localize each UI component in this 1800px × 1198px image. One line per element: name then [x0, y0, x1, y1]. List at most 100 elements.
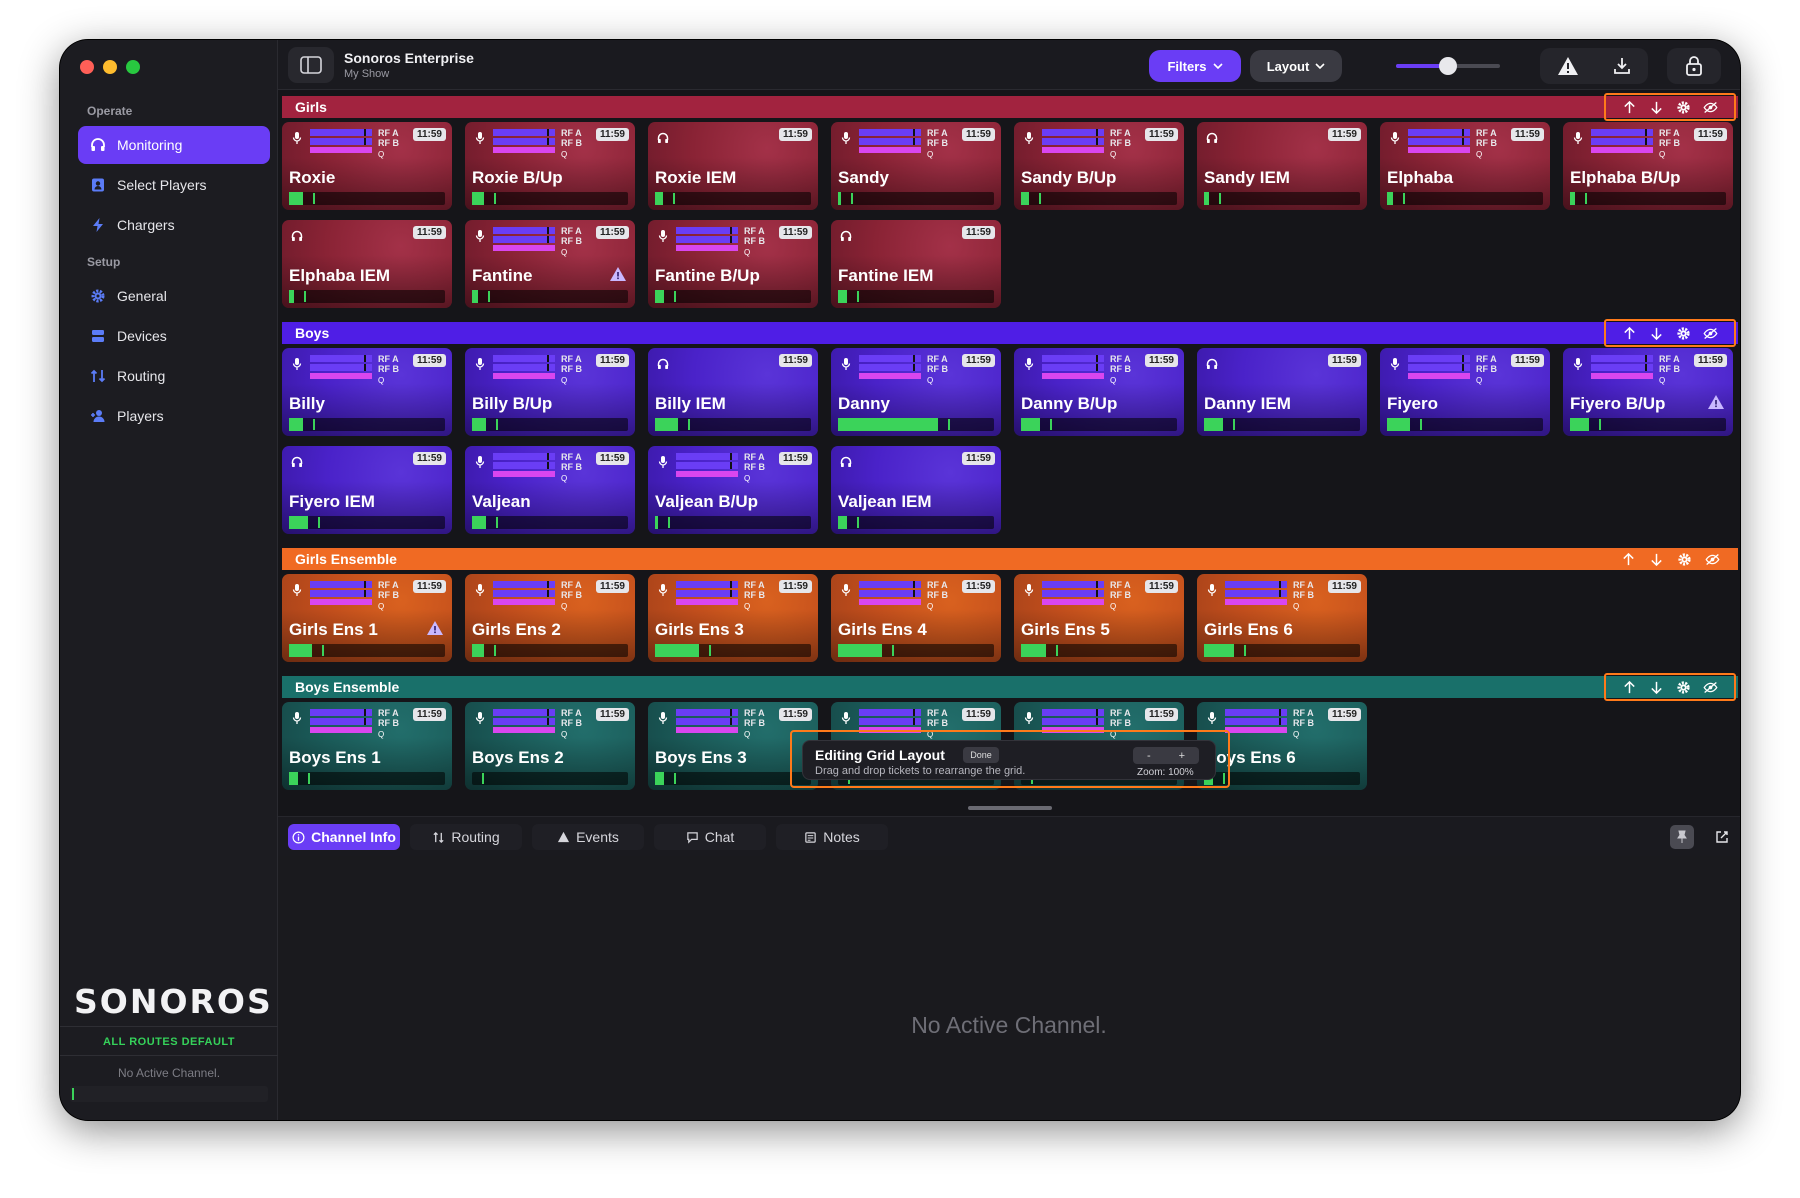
zoom-out-button[interactable]: - [1147, 750, 1151, 762]
channel-name: Sandy IEM [1204, 168, 1290, 187]
channel-tile[interactable]: RF A RF B Q 11:59 Elphaba [1380, 122, 1550, 210]
toggle-sidebar-button[interactable] [288, 47, 334, 83]
tab-chat[interactable]: Chat [654, 824, 766, 850]
tab-channel-info[interactable]: Channel Info [288, 824, 400, 850]
channel-tile[interactable]: RF A RF B Q 11:59 Billy B/Up [465, 348, 635, 436]
eye-slash-icon[interactable] [1703, 326, 1718, 341]
gear-icon[interactable] [1676, 680, 1691, 695]
move-down-icon[interactable] [1649, 100, 1664, 115]
channel-tile[interactable]: 11:59 Elphaba IEM [282, 220, 452, 308]
eye-slash-icon[interactable] [1705, 552, 1720, 567]
gear-icon[interactable] [1676, 326, 1691, 341]
channel-tile[interactable]: RF A RF B Q 11:59 Roxie [282, 122, 452, 210]
channel-tile[interactable]: RF A RF B Q 11:59 Girls Ens 4 [831, 574, 1001, 662]
eye-slash-icon[interactable] [1703, 680, 1718, 695]
sidebar-item-label: Monitoring [117, 137, 183, 153]
filters-button[interactable]: Filters [1149, 50, 1241, 82]
channel-tile[interactable]: RF A RF B Q 11:59 Girls Ens 6 [1197, 574, 1367, 662]
tab-notes[interactable]: Notes [776, 824, 888, 850]
move-up-icon[interactable] [1622, 680, 1637, 695]
channel-tile[interactable]: RF A RF B Q 11:59 Girls Ens 5 [1014, 574, 1184, 662]
editing-subtitle: Drag and drop tickets to rearrange the g… [815, 765, 1026, 777]
layout-button[interactable]: Layout [1250, 50, 1342, 82]
channel-tile[interactable]: RF A RF B Q 11:59 Valjean [465, 446, 635, 534]
panel-resize-handle[interactable] [968, 806, 1052, 810]
channel-tile[interactable]: RF A RF B Q 11:59 Fiyero B/Up [1563, 348, 1733, 436]
channel-tile[interactable]: 11:59 Sandy IEM [1197, 122, 1367, 210]
volume-slider[interactable] [1396, 57, 1500, 75]
channel-tile[interactable]: RF A RF B Q 11:59 Boys Ens 1 [282, 702, 452, 790]
channel-tile[interactable]: RF A RF B Q 11:59 Sandy [831, 122, 1001, 210]
tab-routing[interactable]: Routing [410, 824, 522, 850]
channel-tile[interactable]: RF A RF B Q 11:59 Elphaba B/Up [1563, 122, 1733, 210]
lock-icon[interactable] [1685, 55, 1703, 77]
channel-tile[interactable]: RF A RF B Q 11:59 Boys Ens 2 [465, 702, 635, 790]
channel-tile[interactable]: RF A RF B Q 11:59 Girls Ens 2 [465, 574, 635, 662]
sidebar-item-chargers[interactable]: Chargers [78, 206, 270, 244]
warning-icon[interactable] [1557, 56, 1579, 76]
zoom-in-button[interactable]: + [1179, 750, 1185, 762]
channel-tile[interactable]: 11:59 Danny IEM [1197, 348, 1367, 436]
rf-a-label: RF A [378, 580, 399, 590]
microphone-icon [292, 712, 302, 724]
channel-tile[interactable]: RF A RF B Q 11:59 Girls Ens 3 [648, 574, 818, 662]
pin-panel-button[interactable] [1670, 825, 1694, 849]
popout-panel-button[interactable] [1710, 825, 1734, 849]
close-window-button[interactable] [80, 60, 94, 74]
channel-tile[interactable]: RF A RF B Q 11:59 Sandy B/Up [1014, 122, 1184, 210]
channel-tile[interactable]: RF A RF B Q 11:59 Fiyero [1380, 348, 1550, 436]
audio-level-meter [1204, 192, 1360, 205]
battery-time: 11:59 [778, 128, 812, 141]
sidebar-item-select-players[interactable]: Select Players [78, 166, 270, 204]
rf-b-meter [310, 138, 372, 145]
gear-icon[interactable] [1676, 100, 1691, 115]
q-meter [310, 727, 372, 733]
done-button[interactable]: Done [963, 747, 999, 763]
rf-a-meter [493, 227, 555, 234]
channel-tile[interactable]: RF A RF B Q 11:59 Fantine [465, 220, 635, 308]
move-up-icon[interactable] [1622, 326, 1637, 341]
move-down-icon[interactable] [1649, 326, 1664, 341]
minimize-window-button[interactable] [103, 60, 117, 74]
group-title: Girls Ensemble [295, 551, 397, 567]
channel-tile[interactable]: RF A RF B Q 11:59 Danny B/Up [1014, 348, 1184, 436]
rf-a-meter [1591, 129, 1653, 136]
channel-tile[interactable]: 11:59 Fantine IEM [831, 220, 1001, 308]
move-up-icon[interactable] [1621, 552, 1636, 567]
channel-tile[interactable]: RF A RF B Q 11:59 Billy [282, 348, 452, 436]
level-fill [472, 644, 484, 657]
channel-tile[interactable]: RF A RF B Q 11:59 Girls Ens 1 [282, 574, 452, 662]
channel-tile[interactable]: 11:59 Roxie IEM [648, 122, 818, 210]
battery-time: 11:59 [1327, 580, 1361, 593]
rf-labels: RF A RF B [927, 580, 948, 600]
volume-slider-knob[interactable] [1439, 57, 1457, 75]
q-label: Q [561, 248, 568, 257]
collapse-panel-button[interactable] [1738, 825, 1740, 849]
move-up-icon[interactable] [1622, 100, 1637, 115]
tab-events[interactable]: Events [532, 824, 644, 850]
channel-tile[interactable]: RF A RF B Q 11:59 Roxie B/Up [465, 122, 635, 210]
channel-tile[interactable]: 11:59 Valjean IEM [831, 446, 1001, 534]
move-down-icon[interactable] [1649, 552, 1664, 567]
channel-tile[interactable]: RF A RF B Q 11:59 Fantine B/Up [648, 220, 818, 308]
sidebar-item-players[interactable]: Players [78, 397, 270, 435]
q-label: Q [378, 730, 385, 739]
channel-tile[interactable]: 11:59 Fiyero IEM [282, 446, 452, 534]
sidebar-item-routing[interactable]: Routing [78, 357, 270, 395]
battery-time: 11:59 [412, 128, 446, 141]
channel-tile[interactable]: RF A RF B Q 11:59 Valjean B/Up [648, 446, 818, 534]
eye-slash-icon[interactable] [1703, 100, 1718, 115]
sidebar-item-monitoring[interactable]: Monitoring [78, 126, 270, 164]
zoom-window-button[interactable] [126, 60, 140, 74]
rf-a-label: RF A [1659, 128, 1680, 138]
download-icon[interactable] [1612, 56, 1632, 76]
sidebar-item-general[interactable]: General [78, 277, 270, 315]
rf-labels: RF A RF B [1293, 580, 1314, 600]
sidebar-item-devices[interactable]: Devices [78, 317, 270, 355]
channel-tile[interactable]: 11:59 Billy IEM [648, 348, 818, 436]
channel-tile[interactable]: RF A RF B Q 11:59 Danny [831, 348, 1001, 436]
gear-icon[interactable] [1677, 552, 1692, 567]
rf-labels: RF A RF B [1110, 580, 1131, 600]
move-down-icon[interactable] [1649, 680, 1664, 695]
q-label: Q [1293, 602, 1300, 611]
